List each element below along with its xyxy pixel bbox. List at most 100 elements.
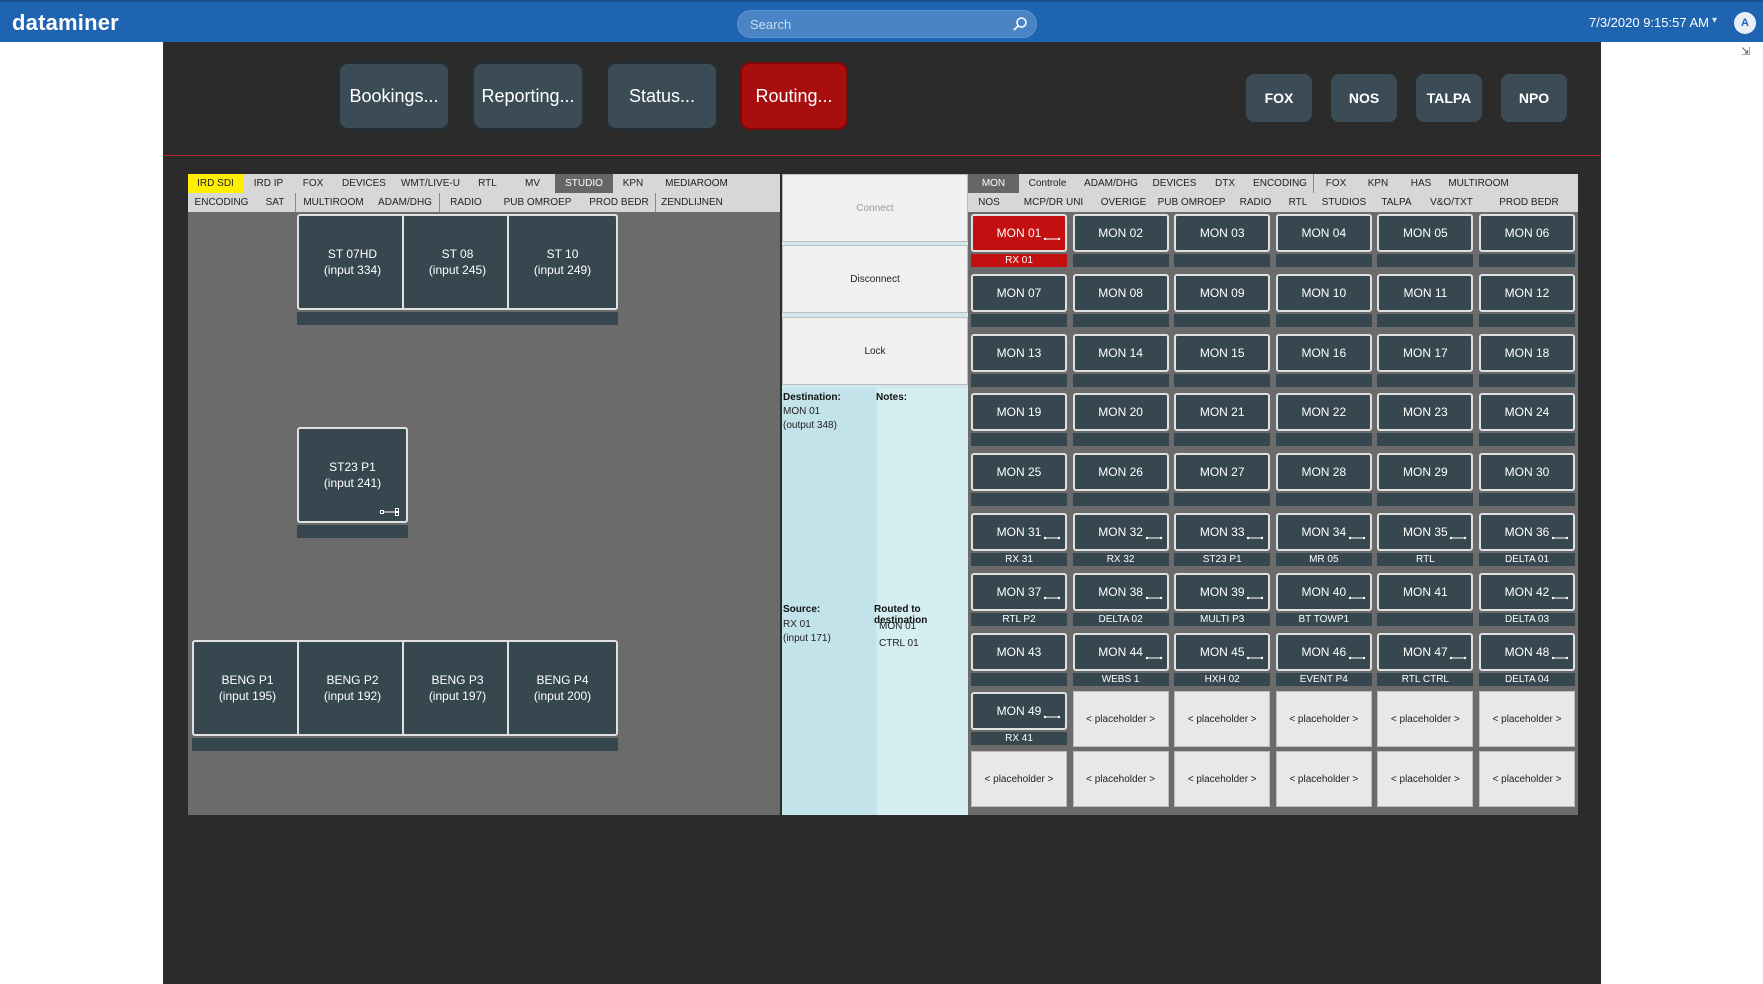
destination-tab-mon[interactable]: MON (968, 174, 1019, 193)
lock-button[interactable]: Lock (782, 317, 968, 385)
destination-tile-mon-06[interactable]: MON 06 (1479, 214, 1575, 252)
destination-tile-mon-17[interactable]: MON 17 (1377, 333, 1474, 372)
destination-tile-mon-02[interactable]: MON 02 (1072, 214, 1169, 252)
source-tab-encoding[interactable]: ENCODING (188, 193, 255, 212)
placeholder-tile[interactable]: < placeholder > (1275, 691, 1372, 748)
destination-tile-mon-18[interactable]: MON 18 (1479, 333, 1575, 372)
source-tab-rtl[interactable]: RTL (465, 174, 510, 193)
destination-tile-mon-40[interactable]: MON 40 (1275, 572, 1372, 611)
destination-tile-mon-22[interactable]: MON 22 (1275, 393, 1372, 432)
placeholder-tile[interactable]: < placeholder > (1275, 751, 1372, 808)
destination-tile-mon-24[interactable]: MON 24 (1479, 393, 1575, 432)
brand-logo[interactable]: dataminer (12, 10, 119, 36)
destination-tile-mon-10[interactable]: MON 10 (1275, 273, 1372, 312)
destination-tile-mon-35[interactable]: MON 35 (1377, 513, 1474, 551)
destination-tile-mon-37[interactable]: MON 37 (971, 572, 1067, 611)
destination-tile-mon-11[interactable]: MON 11 (1377, 273, 1474, 312)
destination-tile-mon-49[interactable]: MON 49 (971, 692, 1067, 731)
destination-tab-has[interactable]: HAS (1398, 174, 1444, 193)
destination-tab-multiroom[interactable]: MULTIROOM (1444, 174, 1513, 193)
nos-button[interactable]: NOS (1331, 74, 1397, 122)
connect-button[interactable]: Connect (782, 174, 968, 242)
destination-tile-mon-04[interactable]: MON 04 (1275, 214, 1372, 252)
destination-tile-mon-26[interactable]: MON 26 (1072, 453, 1169, 492)
source-tile-beng-p4[interactable]: BENG P4 (input 200) (507, 640, 618, 736)
destination-tile-mon-30[interactable]: MON 30 (1479, 453, 1575, 492)
destination-tile-mon-45[interactable]: MON 45 (1174, 632, 1271, 671)
reporting-button[interactable]: Reporting... (472, 62, 584, 130)
npo-button[interactable]: NPO (1501, 74, 1567, 122)
destination-tile-mon-09[interactable]: MON 09 (1174, 273, 1271, 312)
source-tab-devices[interactable]: DEVICES (332, 174, 396, 193)
destination-tile-mon-28[interactable]: MON 28 (1275, 453, 1372, 492)
talpa-button[interactable]: TALPA (1416, 74, 1482, 122)
source-tab-pub-omroep[interactable]: PUB OMROEP (492, 193, 583, 212)
destination-tile-mon-16[interactable]: MON 16 (1275, 333, 1372, 372)
destination-tile-mon-05[interactable]: MON 05 (1377, 214, 1474, 252)
avatar[interactable]: A (1734, 12, 1756, 34)
placeholder-tile[interactable]: < placeholder > (1377, 751, 1474, 808)
destination-tile-mon-19[interactable]: MON 19 (971, 393, 1067, 432)
destination-tab-prod-bedr[interactable]: PROD BEDR (1480, 193, 1578, 212)
placeholder-tile[interactable]: < placeholder > (1479, 751, 1575, 808)
destination-tile-mon-31[interactable]: MON 31 (971, 513, 1067, 551)
destination-tab-controle[interactable]: Controle (1019, 174, 1076, 193)
destination-tile-mon-23[interactable]: MON 23 (1377, 393, 1474, 432)
destination-tile-mon-08[interactable]: MON 08 (1072, 273, 1169, 312)
destination-tile-mon-42[interactable]: MON 42 (1479, 572, 1575, 611)
destination-tile-mon-48[interactable]: MON 48 (1479, 632, 1575, 671)
destination-tab-radio[interactable]: RADIO (1233, 193, 1278, 212)
destination-tile-mon-20[interactable]: MON 20 (1072, 393, 1169, 432)
destination-tile-mon-13[interactable]: MON 13 (971, 333, 1067, 372)
destination-tile-mon-15[interactable]: MON 15 (1174, 333, 1271, 372)
destination-tile-mon-01[interactable]: MON 01 (971, 214, 1067, 252)
destination-tile-mon-07[interactable]: MON 07 (971, 273, 1067, 312)
source-tile-st-07hd[interactable]: ST 07HD (input 334) (297, 214, 408, 310)
source-tab-sat[interactable]: SAT (255, 193, 295, 212)
dropdown-icon[interactable]: ▾ (1712, 15, 1717, 26)
destination-tile-mon-39[interactable]: MON 39 (1174, 572, 1271, 611)
source-tab-ird-ip[interactable]: IRD IP (243, 174, 294, 193)
destination-tile-mon-03[interactable]: MON 03 (1174, 214, 1271, 252)
disconnect-button[interactable]: Disconnect (782, 245, 968, 313)
destination-tab-pub-omroep[interactable]: PUB OMROEP (1150, 193, 1233, 212)
source-tab-ird-sdi[interactable]: IRD SDI (188, 174, 243, 193)
source-tile-st-08[interactable]: ST 08 (input 245) (402, 214, 513, 310)
source-tile-beng-p2[interactable]: BENG P2 (input 192) (297, 640, 408, 736)
destination-tile-mon-43[interactable]: MON 43 (971, 632, 1067, 671)
source-tab-multiroom[interactable]: MULTIROOM (295, 193, 371, 212)
destination-tab-mcp-dr-uni[interactable]: MCP/DR UNI (1010, 193, 1097, 212)
destination-tab-fox[interactable]: FOX (1313, 174, 1358, 193)
destination-tab-encoding[interactable]: ENCODING (1247, 174, 1313, 193)
placeholder-tile[interactable]: < placeholder > (1174, 751, 1271, 808)
source-tab-radio[interactable]: RADIO (439, 193, 492, 212)
destination-tile-mon-12[interactable]: MON 12 (1479, 273, 1575, 312)
source-tile-beng-p3[interactable]: BENG P3 (input 197) (402, 640, 513, 736)
bookings-button[interactable]: Bookings... (338, 62, 450, 130)
destination-tile-mon-21[interactable]: MON 21 (1174, 393, 1271, 432)
destination-tile-mon-44[interactable]: MON 44 (1072, 632, 1169, 671)
source-tile-st-10[interactable]: ST 10 (input 249) (507, 214, 618, 310)
fox-button[interactable]: FOX (1246, 74, 1312, 122)
search-input[interactable]: Search (737, 10, 1037, 38)
source-tab-zendlijnen[interactable]: ZENDLIJNEN (655, 193, 728, 212)
destination-tile-mon-36[interactable]: MON 36 (1479, 513, 1575, 551)
placeholder-tile[interactable]: < placeholder > (1174, 691, 1271, 748)
destination-tab-overige[interactable]: OVERIGE (1097, 193, 1150, 212)
source-tile-st23-p1[interactable]: ST23 P1 (input 241) (297, 427, 408, 523)
destination-tab-v-o-txt[interactable]: V&O/TXT (1423, 193, 1480, 212)
destination-tile-mon-33[interactable]: MON 33 (1174, 513, 1271, 551)
source-tab-kpn[interactable]: KPN (613, 174, 653, 193)
source-tab-fox[interactable]: FOX (294, 174, 332, 193)
destination-tab-talpa[interactable]: TALPA (1370, 193, 1423, 212)
status-button[interactable]: Status... (606, 62, 718, 130)
source-tile-beng-p1[interactable]: BENG P1 (input 195) (192, 640, 303, 736)
destination-tile-mon-38[interactable]: MON 38 (1072, 572, 1169, 611)
destination-tile-mon-32[interactable]: MON 32 (1072, 513, 1169, 551)
source-tab-mediaroom[interactable]: MEDIAROOM (653, 174, 740, 193)
search-icon[interactable] (1012, 16, 1028, 32)
destination-tile-mon-47[interactable]: MON 47 (1377, 632, 1474, 671)
placeholder-tile[interactable]: < placeholder > (1072, 751, 1169, 808)
source-tab-adam-dhg[interactable]: ADAM/DHG (371, 193, 439, 212)
destination-tab-studios[interactable]: STUDIOS (1318, 193, 1370, 212)
